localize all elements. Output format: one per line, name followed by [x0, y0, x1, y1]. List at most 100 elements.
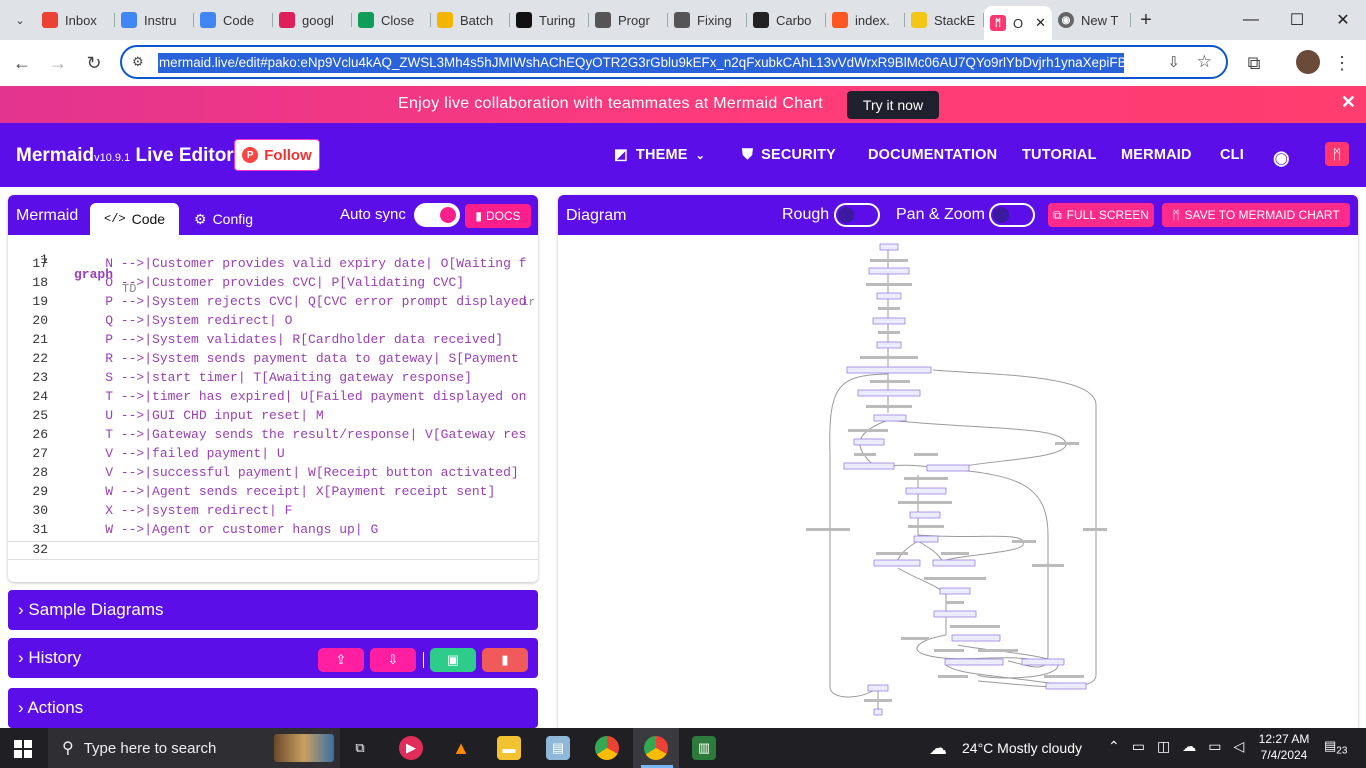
full-screen-button[interactable]: ⧉ FULL SCREEN — [1048, 203, 1154, 227]
sample-diagrams-section[interactable]: › Sample Diagrams — [8, 590, 538, 630]
weather-icon[interactable]: ☁ — [929, 738, 947, 759]
producthunt-icon: P — [242, 147, 259, 163]
volume-icon[interactable]: ◁ — [1233, 738, 1244, 755]
line-number: 19 — [32, 294, 48, 309]
nav-security[interactable]: ⛊ SECURITY — [742, 147, 836, 163]
nav-theme[interactable]: ◩ THEME ⌄ — [614, 147, 705, 163]
edge-label — [870, 259, 908, 262]
node — [944, 658, 1004, 666]
nav-cli[interactable]: CLI — [1220, 147, 1244, 163]
code-text: T -->|Gateway sends the result/response|… — [74, 427, 527, 442]
more-menu-icon[interactable]: ⋮ — [1324, 45, 1360, 81]
browser-tab[interactable]: Batch — [431, 5, 510, 35]
weather-text[interactable]: 24°C Mostly cloudy — [962, 740, 1082, 756]
maximize-icon[interactable]: ☐ — [1274, 0, 1320, 40]
code-editor[interactable]: 1 graph TD ir 17 N -->|Customer provides… — [8, 235, 538, 582]
nav-mermaid[interactable]: MERMAID — [1121, 147, 1192, 163]
task-view-icon[interactable]: ⧉ — [348, 736, 372, 760]
node — [879, 243, 899, 251]
site-info-icon[interactable]: ⚙ — [132, 54, 150, 70]
close-window-icon[interactable]: ✕ — [1320, 0, 1366, 40]
save-history-button[interactable]: ▣ — [430, 648, 476, 672]
nav-documentation[interactable]: DOCUMENTATION — [868, 147, 997, 163]
windows-start-icon[interactable] — [14, 740, 32, 758]
file-explorer-icon[interactable]: ▬ — [497, 736, 521, 760]
url-text[interactable]: mermaid.live/edit#pako:eNp9Vclu4kAQ_ZWSL… — [158, 53, 1124, 73]
browser-tab[interactable]: index. — [826, 5, 905, 35]
media-player-icon[interactable]: ▶ — [399, 736, 423, 760]
tab-active[interactable]: ᛗ O ✕ — [984, 6, 1052, 40]
battery-icon[interactable]: ▭ — [1208, 738, 1221, 755]
vlc-icon[interactable]: ▲ — [449, 736, 473, 760]
tab-new[interactable]: ◉ New T — [1052, 5, 1131, 35]
try-it-now-button[interactable]: Try it now — [847, 91, 939, 119]
onedrive-icon[interactable]: ☁ — [1182, 738, 1196, 755]
code-line: 27 V -->|failed payment| U — [8, 446, 538, 465]
node — [857, 389, 921, 397]
tab-search-menu-icon[interactable]: ⌄ — [4, 6, 36, 34]
upload-history-button[interactable]: ⇪ — [318, 648, 364, 672]
tab-close-icon[interactable]: ✕ — [1035, 15, 1046, 31]
follow-button[interactable]: P Follow — [234, 139, 320, 171]
network-icon[interactable]: ▭ — [1132, 738, 1145, 755]
panzoom-toggle[interactable] — [989, 203, 1035, 227]
banner-close-icon[interactable]: ✕ — [1341, 92, 1356, 113]
browser-tab[interactable]: Code — [194, 5, 273, 35]
flowchart-diagram[interactable] — [558, 235, 1358, 728]
camera-icon[interactable]: ◫ — [1157, 738, 1170, 755]
chevron-up-icon[interactable]: ⌃ — [1108, 738, 1120, 755]
back-icon[interactable]: ← — [4, 45, 40, 81]
minimize-icon[interactable]: — — [1228, 0, 1274, 40]
clock[interactable]: 12:27 AM 7/4/2024 — [1256, 732, 1312, 762]
browser-tab[interactable]: Close — [352, 5, 431, 35]
edge-label — [854, 453, 876, 456]
tab-label: Batch — [460, 12, 494, 28]
gmail-icon — [42, 12, 58, 28]
forward-icon[interactable]: → — [40, 45, 76, 81]
browser-tab[interactable]: Inbox — [36, 5, 115, 35]
install-icon[interactable]: ⇩ — [1167, 53, 1180, 71]
tab-config[interactable]: ⚙ Config — [180, 203, 267, 235]
history-section[interactable]: › History ⇪ ⇩ ▣ ▮ — [8, 638, 538, 678]
tab-code[interactable]: </> Code — [90, 203, 180, 235]
browser-tab[interactable]: Fixing — [668, 5, 747, 35]
chrome-icon[interactable] — [595, 736, 619, 760]
openai-icon — [595, 12, 611, 28]
actions-section[interactable]: › Actions — [8, 688, 538, 728]
code-text: Q -->|System redirect| O — [74, 313, 293, 328]
reload-icon[interactable]: ↻ — [76, 45, 112, 81]
rough-toggle[interactable] — [834, 203, 880, 227]
docs-button[interactable]: ▮ DOCS — [465, 204, 531, 228]
browser-tab[interactable]: StackE — [905, 5, 984, 35]
browser-tab[interactable]: Progr — [589, 5, 668, 35]
version-label: v10.9.1 — [94, 152, 131, 164]
url-bar[interactable]: ⚙ mermaid.live/edit#pako:eNp9Vclu4kAQ_ZW… — [120, 45, 1228, 79]
brand-subtitle: Live Editor — [135, 145, 234, 166]
edge-label — [848, 429, 888, 432]
edge-label — [938, 675, 968, 678]
autosync-toggle[interactable] — [414, 203, 460, 227]
browser-tab[interactable]: Turing — [510, 5, 589, 35]
chrome-icon[interactable] — [644, 736, 668, 760]
delete-history-button[interactable]: ▮ — [482, 648, 528, 672]
browser-tab[interactable]: googl — [273, 5, 352, 35]
line-number: 27 — [32, 446, 48, 461]
notification-center-icon[interactable]: ▤23 — [1324, 738, 1347, 757]
taskbar-search[interactable]: ⚲ Type here to search — [48, 728, 340, 768]
clock-time: 12:27 AM — [1258, 732, 1310, 746]
extensions-icon[interactable]: ⧉ — [1236, 45, 1272, 81]
notepad-icon[interactable]: ▤ — [546, 736, 570, 760]
mermaid-chart-icon[interactable]: ᛗ — [1325, 142, 1349, 166]
new-tab-button[interactable]: + — [1131, 9, 1161, 32]
download-history-button[interactable]: ⇩ — [370, 648, 416, 672]
bookmark-star-icon[interactable]: ☆ — [1197, 52, 1212, 72]
diagram-panel: Diagram Rough Pan & Zoom ⧉ FULL SCREEN ᛗS… — [558, 195, 1358, 728]
task-manager-icon[interactable]: ▥ — [692, 736, 716, 760]
browser-tab[interactable]: Instru — [115, 5, 194, 35]
save-to-mermaid-chart-button[interactable]: ᛗ SAVE TO MERMAID CHART — [1162, 203, 1350, 227]
nav-tutorial[interactable]: TUTORIAL — [1022, 147, 1097, 163]
avatar[interactable] — [1296, 50, 1320, 74]
github-icon[interactable]: ◉ — [1273, 147, 1290, 170]
browser-tab[interactable]: Carbo — [747, 5, 826, 35]
app-brand[interactable]: Mermaidv10.9.1 Live Editor — [16, 145, 234, 167]
